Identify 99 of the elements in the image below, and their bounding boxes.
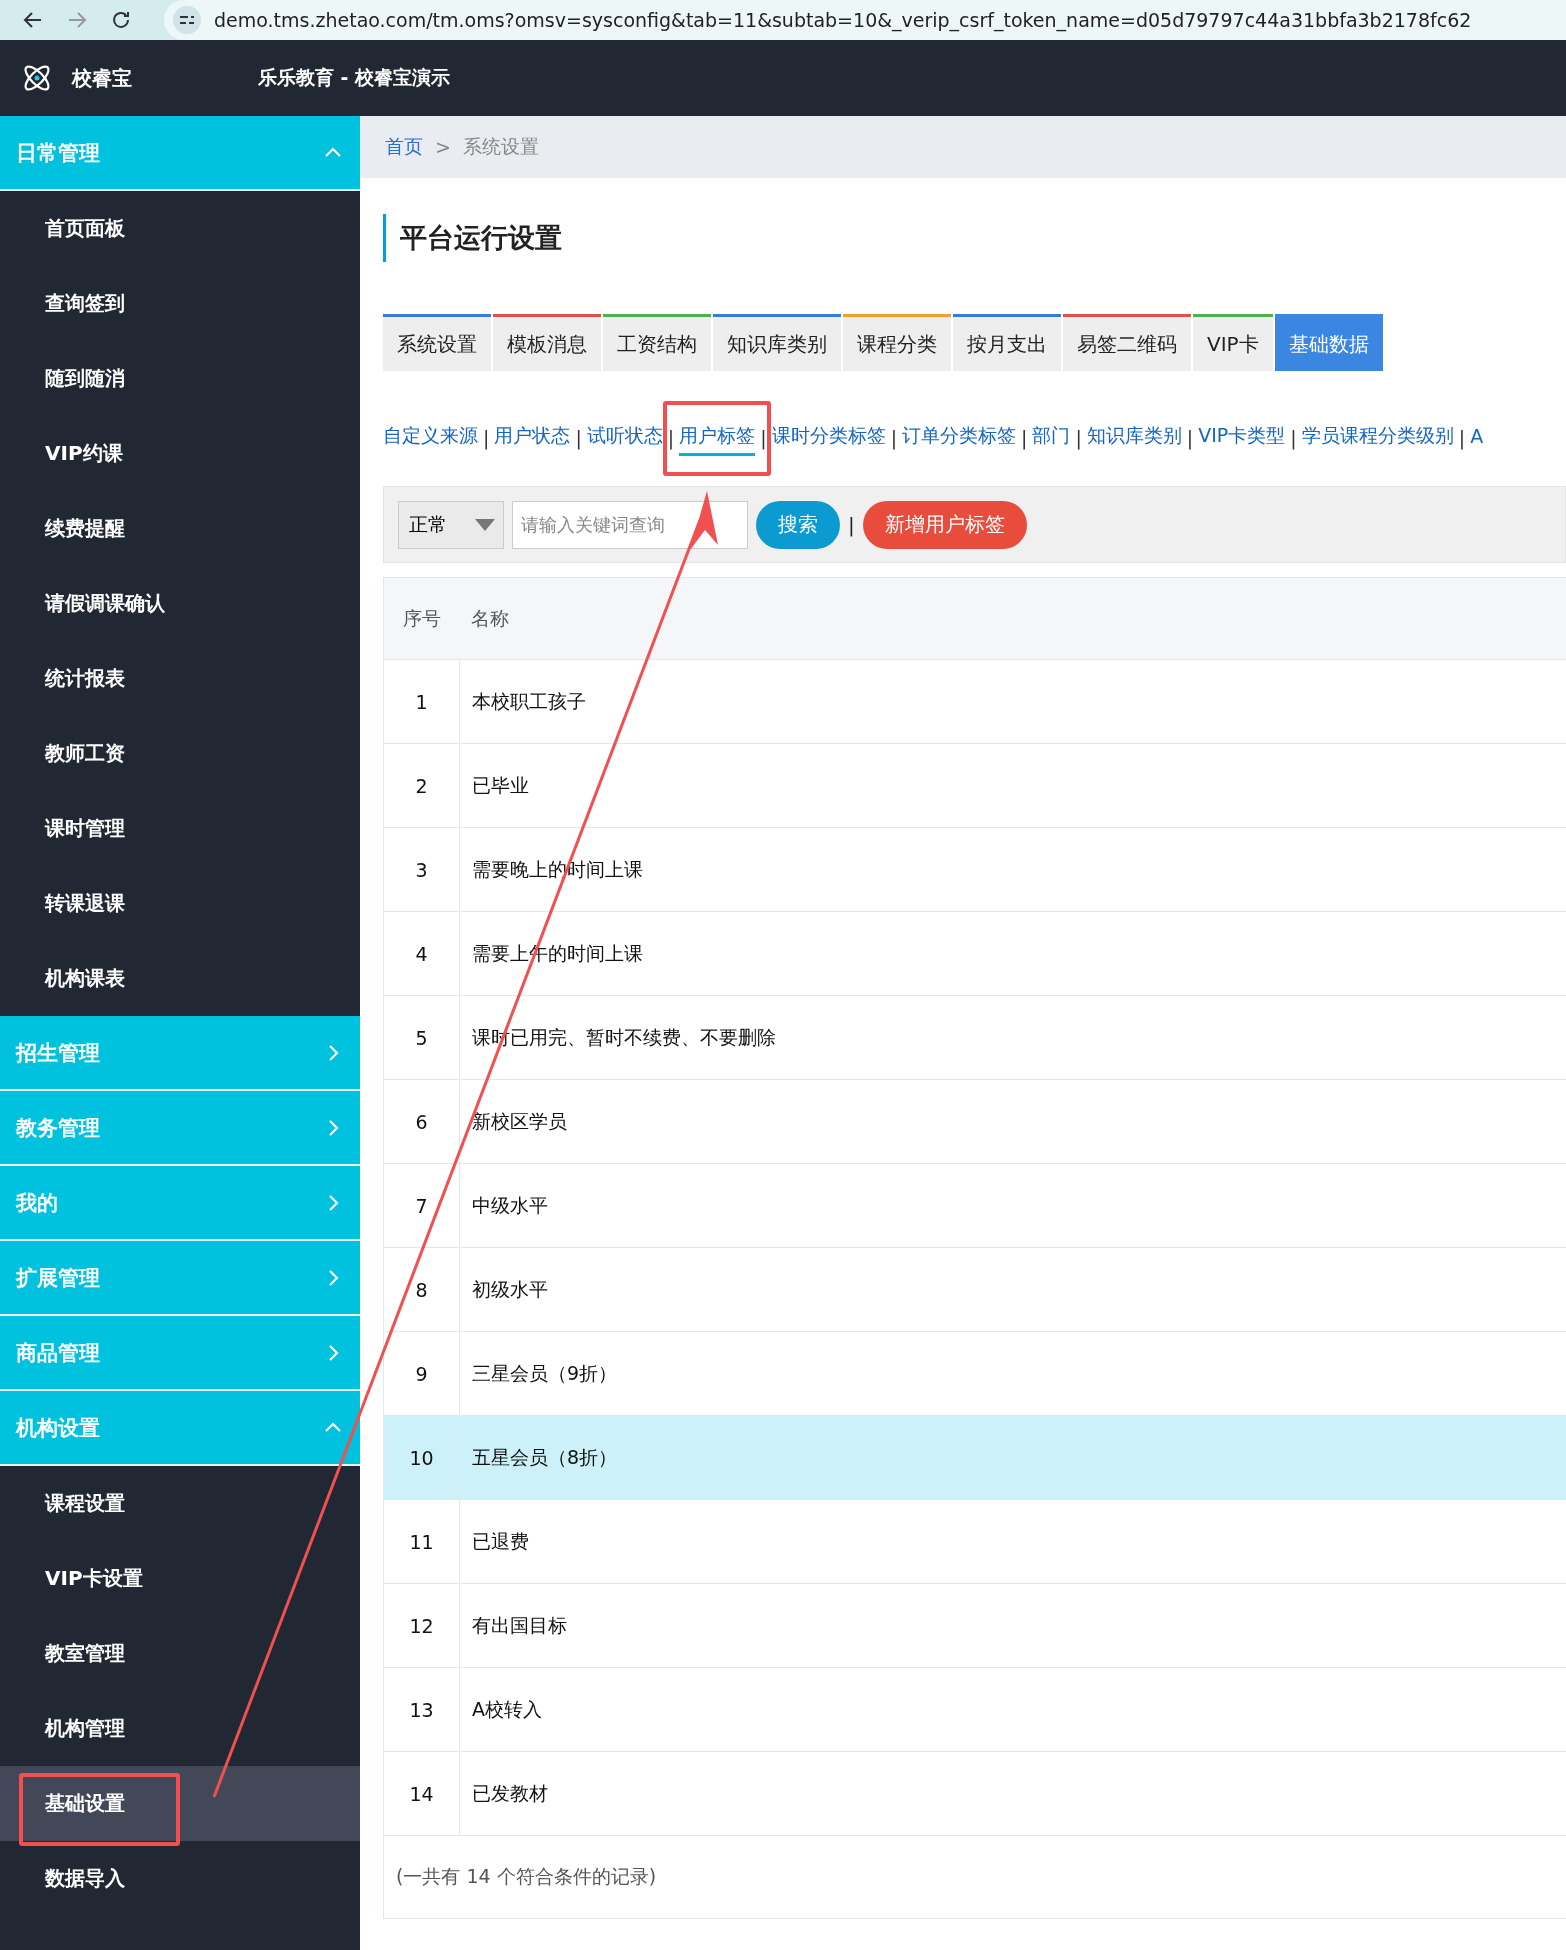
table-cell-text: 本校职工孩子: [472, 688, 586, 714]
table-cell-text: 三星会员（9折）: [472, 1360, 618, 1386]
sidebar-item[interactable]: 课时管理: [0, 791, 360, 866]
subtab-link[interactable]: 自定义来源: [383, 423, 478, 456]
subtab-link[interactable]: 课时分类标签: [771, 423, 886, 456]
table-row[interactable]: 8 初级水平: [384, 1247, 1566, 1331]
link-separator: |: [1021, 426, 1028, 452]
tab[interactable]: 知识库类别: [713, 314, 841, 371]
table-cell-text: 有出国目标: [472, 1612, 567, 1638]
sidebar-item[interactable]: 统计报表: [0, 641, 360, 716]
table-cell-text: 中级水平: [472, 1192, 548, 1218]
sidebar-item[interactable]: 随到随消: [0, 341, 360, 416]
link-separator: |: [1290, 426, 1297, 452]
sidebar-item[interactable]: 机构管理: [0, 1691, 360, 1766]
column-header: 名称: [470, 605, 510, 631]
sidebar-item[interactable]: 教室管理: [0, 1616, 360, 1691]
sidebar-item[interactable]: 数据导入: [0, 1841, 360, 1916]
link-separator: |: [760, 426, 767, 452]
table-row[interactable]: 7 中级水平: [384, 1163, 1566, 1247]
row-number: 10: [409, 1446, 434, 1469]
tab[interactable]: 课程分类: [843, 314, 951, 371]
row-number: 13: [409, 1698, 434, 1721]
row-number: 2: [415, 774, 428, 797]
record-count: (一共有 14 个符合条件的记录): [396, 1864, 657, 1889]
table-row[interactable]: 12 有出国目标: [384, 1583, 1566, 1667]
tab[interactable]: 易签二维码: [1063, 314, 1191, 371]
sidebar-item[interactable]: 续费提醒: [0, 491, 360, 566]
breadcrumb-link[interactable]: 首页: [385, 134, 423, 160]
organization-name: 乐乐教育 - 校睿宝演示: [258, 65, 451, 90]
table-row[interactable]: 2 已毕业: [384, 743, 1566, 827]
link-separator: |: [890, 426, 898, 452]
table-cell-text: 新校区学员: [472, 1108, 567, 1134]
row-number: 3: [415, 858, 428, 881]
row-number: 8: [415, 1278, 428, 1301]
address-field[interactable]: demo.tms.zhetao.com/tm.oms?omsv=sysconfig&tab=11&subtab=10&_verip_csrf_token_name=d05d79797c44a31bbfa3b2178fc62: [164, 0, 1566, 40]
brand-name: 校睿宝: [72, 64, 132, 92]
row-number: 6: [415, 1110, 428, 1133]
toolbar-separator: |: [848, 512, 855, 537]
subtab-link[interactable]: A: [1470, 425, 1484, 454]
link-separator: |: [1458, 426, 1466, 452]
tab[interactable]: 按月支出: [953, 314, 1061, 371]
table-row[interactable]: 13 A校转入: [384, 1667, 1566, 1751]
subtab-link[interactable]: 订单分类标签: [902, 423, 1017, 456]
row-number: 11: [409, 1530, 434, 1553]
sidebar-item[interactable]: 机构课表: [0, 941, 360, 1016]
subtab-link[interactable]: 知识库类别: [1086, 423, 1182, 456]
sidebar-item[interactable]: 请假调课确认: [0, 566, 360, 641]
table-cell-text: 已毕业: [472, 772, 529, 798]
subtab-link[interactable]: 学员课程分类级别: [1301, 423, 1454, 456]
tab[interactable]: 系统设置: [383, 314, 491, 371]
status-dropdown[interactable]: 正常: [398, 500, 504, 549]
sidebar-item[interactable]: 首页面板: [0, 191, 360, 266]
sidebar-item[interactable]: VIP约课: [0, 416, 360, 491]
table-row[interactable]: 10 五星会员（8折）: [384, 1415, 1566, 1499]
tab[interactable]: 模板消息: [493, 314, 601, 371]
site-info-icon[interactable]: [172, 5, 202, 35]
reload-icon[interactable]: [110, 9, 132, 31]
table-cell-text: 五星会员（8折）: [472, 1444, 618, 1470]
tab[interactable]: 基础数据: [1274, 314, 1383, 371]
sidebar-item[interactable]: 基础设置: [0, 1766, 360, 1841]
table-cell-text: 初级水平: [472, 1276, 548, 1302]
row-number: 4: [415, 942, 428, 965]
table-row[interactable]: 11 已退费: [384, 1499, 1566, 1583]
subtab-link[interactable]: 用户标签: [679, 423, 756, 456]
row-number: 7: [415, 1194, 428, 1217]
breadcrumb-separator: >: [435, 136, 451, 158]
search-field[interactable]: 请输入关键词查询: [512, 500, 748, 549]
row-number: 12: [409, 1614, 434, 1637]
subtab-link[interactable]: 部门: [1032, 423, 1071, 456]
link-separator: |: [1186, 426, 1194, 452]
table-row[interactable]: 6 新校区学员: [384, 1079, 1566, 1163]
table-row[interactable]: 14 已发教材: [384, 1751, 1566, 1835]
sidebar-item[interactable]: VIP卡设置: [0, 1541, 360, 1616]
sidebar-item[interactable]: 教师工资: [0, 716, 360, 791]
add-tag-button[interactable]: 新增用户标签: [862, 500, 1027, 549]
page-title: 平台运行设置: [383, 214, 1566, 262]
sidebar-item[interactable]: 查询签到: [0, 266, 360, 341]
sidebar-item[interactable]: 课程设置: [0, 1466, 360, 1541]
table-cell-text: A校转入: [472, 1696, 542, 1722]
dropdown-caret-icon: [475, 518, 495, 531]
subtab-link[interactable]: 试听状态: [586, 423, 663, 456]
link-separator: |: [483, 426, 490, 452]
row-number: 9: [415, 1362, 428, 1385]
row-number: 14: [409, 1782, 434, 1805]
tab[interactable]: VIP卡: [1193, 314, 1273, 371]
tab[interactable]: 工资结构: [603, 314, 711, 371]
link-separator: |: [667, 426, 675, 452]
table-row[interactable]: 1 本校职工孩子: [384, 659, 1566, 743]
row-number: 1: [415, 690, 428, 713]
breadcrumb-current: 系统设置: [462, 134, 539, 159]
table-cell-text: 已发教材: [472, 1780, 548, 1806]
link-separator: |: [1075, 426, 1082, 452]
row-number: 5: [415, 1026, 428, 1049]
sidebar-item[interactable]: 转课退课: [0, 866, 360, 941]
subtab-link[interactable]: VIP卡类型: [1198, 423, 1286, 456]
link-separator: |: [575, 426, 582, 452]
subtab-link[interactable]: 用户状态: [494, 423, 571, 456]
column-header: 序号: [401, 605, 442, 631]
table-cell-text: 已退费: [472, 1528, 529, 1554]
